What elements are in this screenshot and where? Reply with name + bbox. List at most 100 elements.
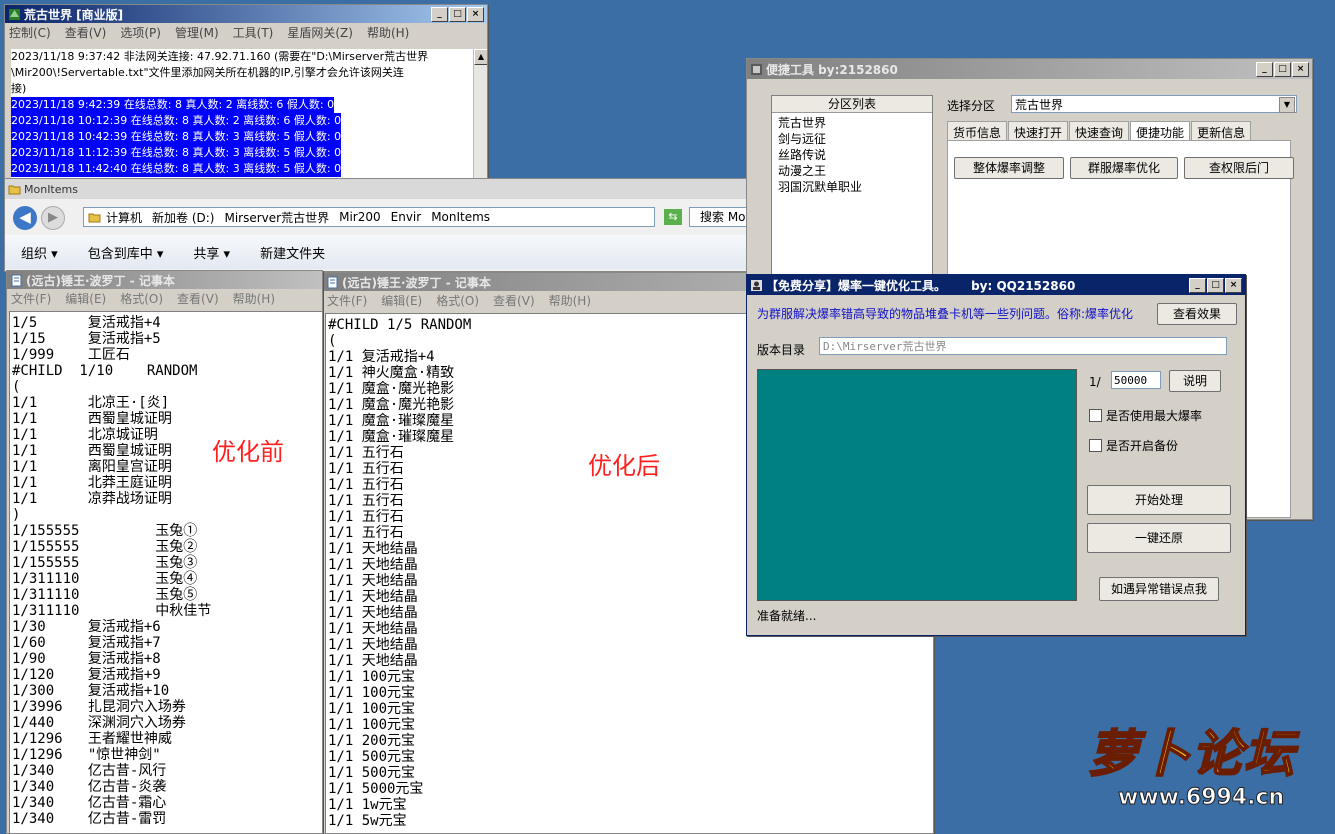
breadcrumb-monitems[interactable]: MonItems — [431, 210, 490, 224]
minimize-button[interactable]: _ — [431, 6, 448, 22]
address-folder-icon — [88, 211, 101, 227]
menu-control[interactable]: 控制(C) — [9, 24, 51, 41]
annotation-after: 优化后 — [588, 452, 660, 480]
start-processing-button[interactable]: 开始处理 — [1087, 485, 1231, 515]
notepad-before-title: (远古)锤王·波罗丁 - 记事本 — [26, 273, 175, 288]
menu-view[interactable]: 查看(V) — [177, 290, 219, 307]
report-error-button[interactable]: 如遇异常错误点我 — [1099, 577, 1219, 601]
menu-help[interactable]: 帮助(H) — [367, 24, 409, 41]
menu-file[interactable]: 文件(F) — [327, 292, 367, 309]
menu-format[interactable]: 格式(O) — [436, 292, 479, 309]
maximize-button[interactable]: □ — [1207, 277, 1224, 293]
partition-item[interactable]: 剑与远征 — [778, 131, 926, 147]
scroll-up-arrow-icon[interactable]: ▲ — [474, 49, 487, 65]
ratio-input-value: 50000 — [1114, 374, 1148, 387]
new-folder-button[interactable]: 新建文件夹 — [260, 243, 325, 262]
select-partition-label: 选择分区 — [947, 99, 996, 113]
quick-tools-title: 便捷工具 by:2152860 — [766, 62, 898, 77]
log-line: 2023/11/18 9:37:42 非法网关连接: 47.92.71.160 … — [11, 50, 429, 63]
partition-dropdown[interactable]: 荒古世界 ▼ — [1011, 95, 1297, 113]
forward-arrow-icon[interactable]: ▶ — [41, 206, 65, 230]
folder-icon — [8, 183, 21, 196]
notepad-before-editor[interactable]: 1/5 复活戒指+4 1/15 复活戒指+5 1/999 工匠石 #CHILD … — [9, 311, 322, 833]
close-button[interactable]: × — [1292, 61, 1309, 77]
breadcrumb-envir[interactable]: Envir — [391, 210, 422, 224]
dir-label: 版本目录 — [757, 343, 806, 357]
menu-edit[interactable]: 编辑(E) — [381, 292, 422, 309]
notepad-icon — [326, 276, 339, 289]
search-field[interactable]: 搜索 Mon — [689, 207, 750, 227]
backdoor-check-button[interactable]: 查权限后门 — [1184, 157, 1294, 179]
watermark-url: www.6994.cn — [1118, 785, 1285, 810]
menu-options[interactable]: 选项(P) — [120, 24, 161, 41]
log-scrollbar[interactable]: ▲ — [473, 49, 487, 179]
partition-item[interactable]: 动漫之王 — [778, 163, 926, 179]
address-bar[interactable]: 计算机 新加卷 (D:) Mirserver荒古世界 Mir200 Envir … — [83, 207, 655, 227]
menu-view[interactable]: 查看(V) — [493, 292, 535, 309]
notepad-before-window: (远古)锤王·波罗丁 - 记事本 文件(F) 编辑(E) 格式(O) 查看(V)… — [6, 270, 323, 834]
backup-checkbox[interactable]: 是否开启备份 — [1089, 437, 1178, 454]
checkbox-box[interactable] — [1089, 409, 1102, 422]
menu-edit[interactable]: 编辑(E) — [65, 290, 106, 307]
partition-item[interactable]: 荒古世界 — [778, 115, 926, 131]
menu-gateway[interactable]: 星盾网关(Z) — [287, 24, 353, 41]
maximize-button[interactable]: □ — [1274, 61, 1291, 77]
max-rate-label: 是否使用最大爆率 — [1106, 409, 1203, 423]
minimize-button[interactable]: _ — [1256, 61, 1273, 77]
app-icon — [750, 279, 763, 292]
view-effect-button[interactable]: 查看效果 — [1157, 303, 1237, 325]
restore-button[interactable]: 一键还原 — [1087, 523, 1231, 553]
log-line: \Mir200\!Servertable.txt"文件里添加网关所在机器的IP,… — [11, 66, 404, 79]
minimize-button[interactable]: _ — [1189, 277, 1206, 293]
back-arrow-icon[interactable]: ◀ — [13, 206, 37, 230]
close-button[interactable]: × — [467, 6, 484, 22]
breadcrumb-mirserver[interactable]: Mirserver荒古世界 — [224, 209, 329, 226]
breadcrumb-computer[interactable]: 计算机 — [106, 209, 142, 226]
menu-format[interactable]: 格式(O) — [120, 290, 163, 307]
menu-help[interactable]: 帮助(H) — [549, 292, 591, 309]
log-line-selected: 2023/11/18 10:42:39 在线总数: 8 真人数: 3 离线数: … — [11, 129, 342, 145]
partition-item[interactable]: 丝路传说 — [778, 147, 926, 163]
explorer-toolbar: 组织 ▾ 包含到库中 ▾ 共享 ▾ 新建文件夹 — [5, 235, 750, 269]
menu-file[interactable]: 文件(F) — [11, 290, 51, 307]
tree-icon — [8, 8, 21, 21]
group-rate-button[interactable]: 群服爆率优化 — [1070, 157, 1178, 179]
share-button[interactable]: 共享 ▾ — [193, 243, 230, 262]
ratio-input[interactable]: 50000 — [1111, 371, 1161, 389]
refresh-icon[interactable]: ⇆ — [664, 209, 682, 225]
max-rate-checkbox[interactable]: 是否使用最大爆率 — [1089, 407, 1202, 424]
menu-view[interactable]: 查看(V) — [65, 24, 107, 41]
menu-tools[interactable]: 工具(T) — [233, 24, 274, 41]
ratio-prefix: 1/ — [1089, 375, 1101, 389]
close-button[interactable]: × — [1225, 277, 1242, 293]
server-log-window: 荒古世界 [商业版] _ □ × 控制(C) 查看(V) 选项(P) 管理(M)… — [4, 4, 488, 180]
explorer-title: MonItems — [24, 182, 78, 196]
organize-button[interactable]: 组织 ▾ — [21, 243, 58, 262]
include-library-button[interactable]: 包含到库中 ▾ — [88, 243, 164, 262]
log-line-selected: 2023/11/18 11:42:40 在线总数: 8 真人数: 3 离线数: … — [11, 161, 342, 177]
overall-rate-button[interactable]: 整体爆率调整 — [954, 157, 1064, 179]
partition-list-header: 分区列表 — [772, 96, 932, 113]
checkbox-box[interactable] — [1089, 439, 1102, 452]
desktop: { "log_window": { "title": "荒古世界 [商业版]",… — [0, 0, 1335, 834]
dir-input[interactable]: D:\Mirserver荒古世界 — [819, 337, 1227, 355]
dir-input-value: D:\Mirserver荒古世界 — [823, 340, 947, 353]
log-line-selected: 2023/11/18 9:42:39 在线总数: 8 真人数: 2 离线数: 6… — [11, 97, 335, 113]
explorer-addressbar-row: ◀ ▶ 计算机 新加卷 (D:) Mirserver荒古世界 Mir200 En… — [5, 203, 750, 233]
annotation-before: 优化前 — [212, 438, 284, 466]
log-line-selected: 2023/11/18 10:12:39 在线总数: 8 真人数: 2 离线数: … — [11, 113, 342, 129]
partition-item[interactable]: 羽国沉默单职业 — [778, 179, 926, 195]
explain-button[interactable]: 说明 — [1169, 370, 1221, 392]
server-log-output[interactable]: 2023/11/18 9:37:42 非法网关连接: 47.92.71.160 … — [11, 49, 473, 179]
breadcrumb-drive[interactable]: 新加卷 (D:) — [152, 209, 214, 226]
maximize-button[interactable]: □ — [449, 6, 466, 22]
app-icon — [750, 63, 763, 76]
chevron-down-icon[interactable]: ▼ — [1279, 97, 1295, 113]
notepad-before-titlebar: (远古)锤王·波罗丁 - 记事本 — [7, 271, 322, 289]
menu-help[interactable]: 帮助(H) — [233, 290, 275, 307]
menu-manage[interactable]: 管理(M) — [175, 24, 219, 41]
explorer-window: MonItems ◀ ▶ 计算机 新加卷 (D:) Mirserver荒古世界 … — [4, 178, 751, 272]
breadcrumb-mir200[interactable]: Mir200 — [339, 210, 381, 224]
quick-tools-titlebar: 便捷工具 by:2152860 _ □ × — [747, 59, 1312, 79]
backup-label: 是否开启备份 — [1106, 439, 1179, 453]
